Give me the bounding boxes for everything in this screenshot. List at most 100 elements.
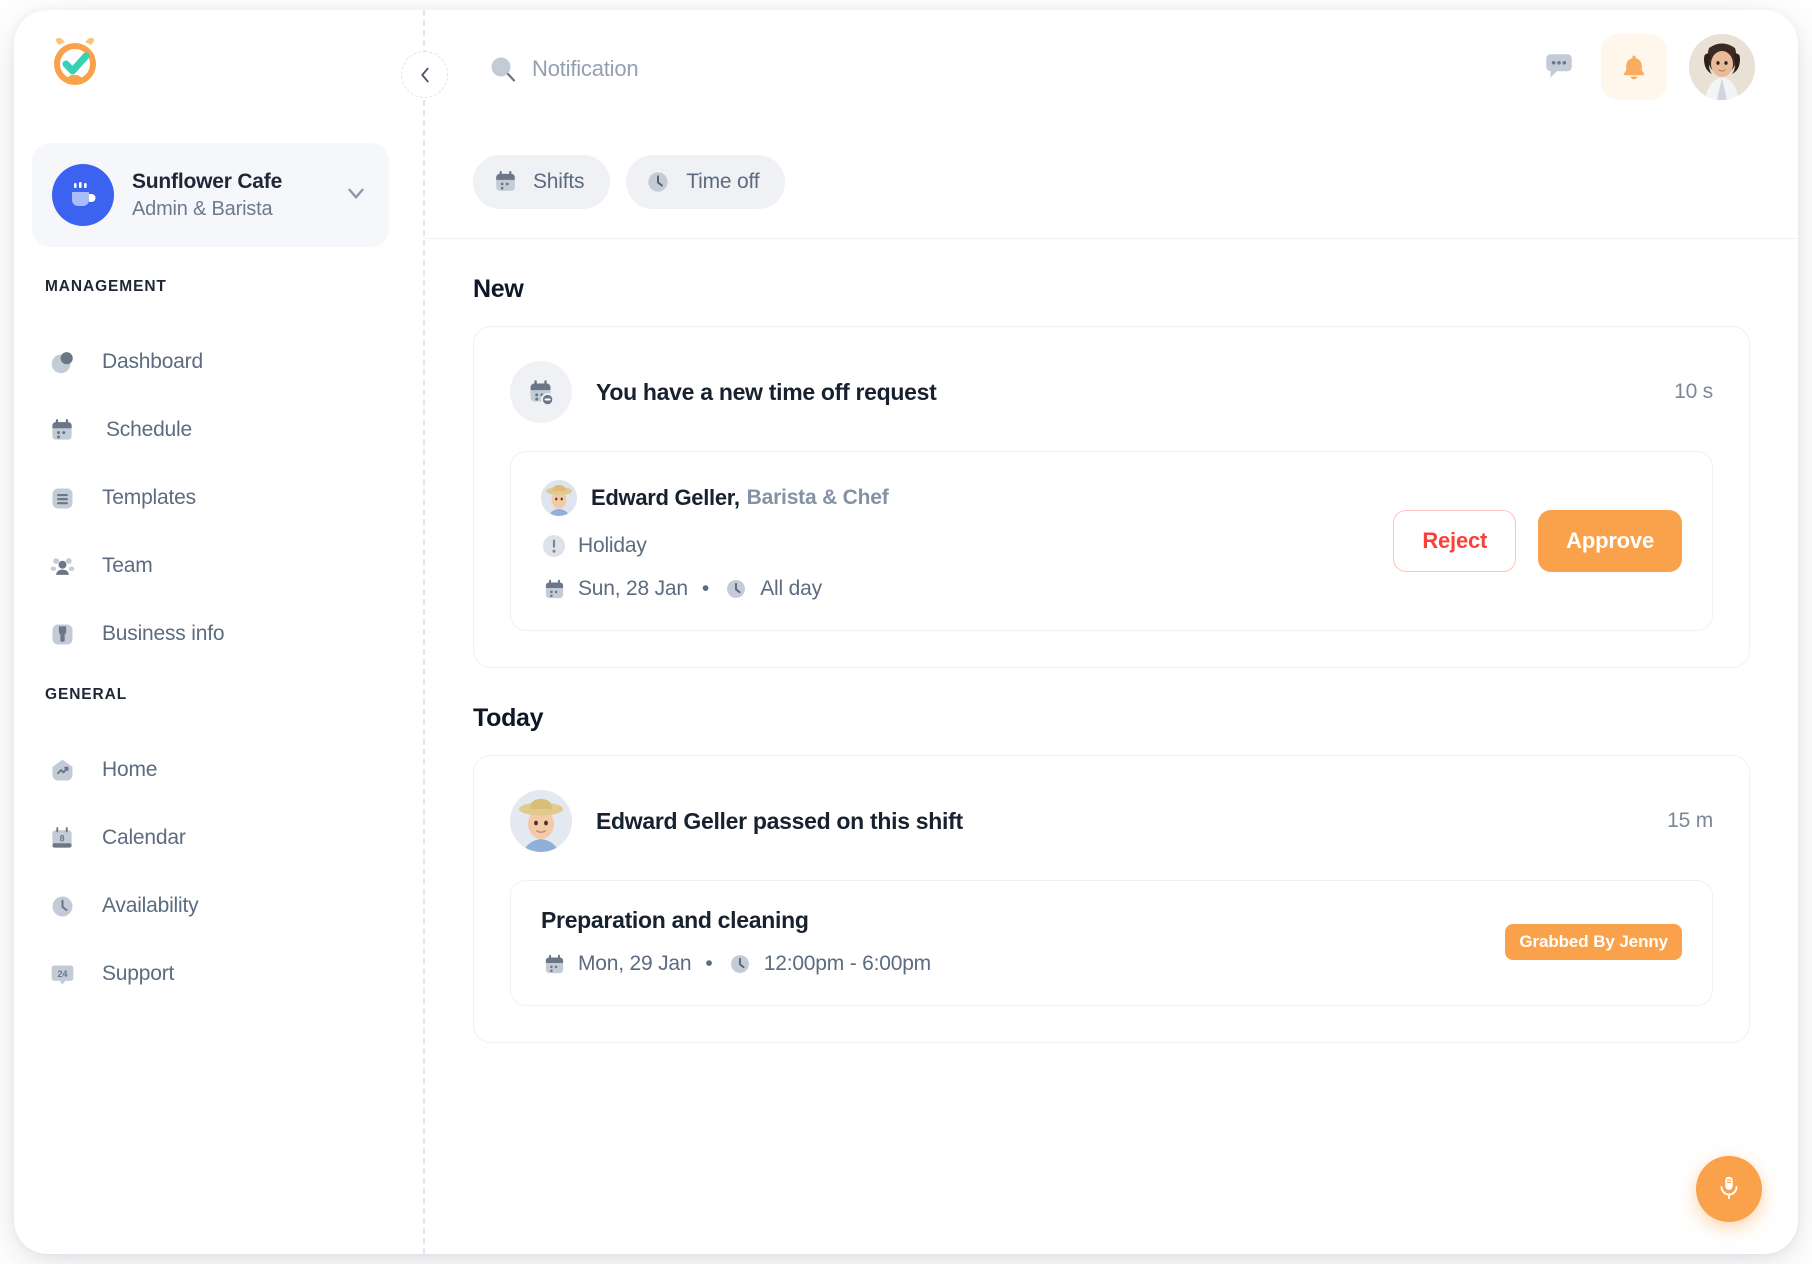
chevron-down-icon[interactable] [343,180,369,211]
sidebar-item-support[interactable]: 24 Support [14,940,425,1008]
shift-date-label: Mon, 29 Jan [578,952,691,976]
filter-tabs: Shifts Time off [425,125,1798,239]
sidebar-item-team[interactable]: Team [14,532,425,600]
request-date-row: Sun, 28 Jan • All day [541,576,1393,602]
app-window: Sunflower Cafe Admin & Barista MANAGEMEN… [14,10,1798,1254]
calendar-minus-icon [510,361,572,423]
sidebar-item-label: Dashboard [102,350,203,374]
tab-time-off[interactable]: Time off [626,155,785,209]
sidebar-item-business-info[interactable]: Business info [14,600,425,668]
clock-icon [723,576,749,602]
requester-row: Edward Geller, Barista & Chef [541,480,1393,516]
sidebar-item-home[interactable]: Home [14,736,425,804]
list-lines-icon [46,482,78,514]
person-hat-avatar [541,480,577,516]
sidebar-item-label: Home [102,758,157,782]
main-content: Shifts Time off New [425,10,1798,1254]
reject-button[interactable]: Reject [1393,510,1516,572]
meta-separator: • [705,952,712,976]
requester-role: Barista & Chef [747,486,889,510]
notification-card-today: Edward Geller passed on this shift 15 m … [473,755,1750,1043]
sidebar-item-label: Calendar [102,826,186,850]
pie-chart-icon [46,346,78,378]
shift-row: Preparation and cleaning [510,880,1713,1006]
shift-time-label: 12:00pm - 6:00pm [764,952,931,976]
people-group-icon [46,550,78,582]
topbar [425,10,1798,125]
request-type-label: Holiday [578,534,647,558]
calendar-icon [490,167,520,197]
sidebar-item-availability[interactable]: Availability [14,872,425,940]
sidebar-item-label: Availability [102,894,198,918]
workspace-switcher[interactable]: Sunflower Cafe Admin & Barista [32,143,389,247]
search-input[interactable] [532,56,912,82]
voice-assistant-fab[interactable] [1696,1156,1762,1222]
home-trend-icon [46,754,78,786]
sidebar-section-general: GENERAL [14,686,127,704]
sidebar-item-label: Support [102,962,174,986]
notification-time: 15 m [1667,809,1713,833]
coffee-cup-icon [52,164,114,226]
notification-title: You have a new time off request [596,379,1674,406]
clock-icon [727,951,753,977]
clock-icon [46,890,78,922]
sidebar-item-dashboard[interactable]: Dashboard [14,328,425,396]
request-actions: Reject Approve [1393,510,1682,572]
workspace-name: Sunflower Cafe [132,170,343,194]
microphone-icon [1714,1172,1744,1207]
search-icon [488,54,518,84]
meta-separator: • [702,577,709,601]
topbar-actions [1539,34,1755,100]
notification-header: You have a new time off request 10 s [510,361,1713,423]
calendar-day-8-icon: 8 [46,822,78,854]
requester-name: Edward Geller, [591,485,740,511]
support-24-icon: 24 [46,958,78,990]
sidebar-nav-general: Home 8 Calendar [14,736,425,1008]
notifications-list: New [425,239,1798,1254]
group-title-new: New [473,275,1750,304]
request-type-row: Holiday [541,533,1393,559]
workspace-text: Sunflower Cafe Admin & Barista [132,170,343,221]
time-off-request-details: Edward Geller, Barista & Chef [541,480,1393,602]
request-date-label: Sun, 28 Jan [578,577,688,601]
notification-title: Edward Geller passed on this shift [596,808,1667,835]
tab-label: Shifts [533,170,584,194]
svg-text:24: 24 [57,968,67,978]
time-off-request-row: Edward Geller, Barista & Chef [510,451,1713,631]
exclamation-circle-icon [541,533,567,559]
user-avatar[interactable] [1689,34,1755,100]
notification-card-new: You have a new time off request 10 s [473,326,1750,668]
shift-title: Preparation and cleaning [541,907,1505,934]
status-badge: Grabbed By Jenny [1505,924,1682,960]
notification-time: 10 s [1674,380,1713,404]
sidebar: Sunflower Cafe Admin & Barista MANAGEMEN… [14,10,425,1254]
sidebar-item-templates[interactable]: Templates [14,464,425,532]
shift-details: Preparation and cleaning [541,907,1505,977]
shift-date-row: Mon, 29 Jan • 12:00pm - 6:00pm [541,951,1505,977]
sidebar-section-management: MANAGEMENT [14,278,167,296]
tab-label: Time off [686,170,759,194]
sidebar-item-label: Templates [102,486,196,510]
clock-icon [643,167,673,197]
notification-header: Edward Geller passed on this shift 15 m [510,790,1713,852]
sidebar-nav-management: Dashboard Schedule [14,328,425,668]
chat-bubble-icon[interactable] [1539,47,1579,87]
sidebar-collapse-button[interactable] [401,51,448,98]
sidebar-item-schedule[interactable]: Schedule [14,396,425,464]
notifications-bell-button[interactable] [1601,34,1667,100]
sidebar-item-label: Team [102,554,153,578]
calendar-icon [541,951,567,977]
calendar-icon [46,414,78,446]
person-hat-avatar [510,790,572,852]
sidebar-item-label: Business info [102,622,224,646]
briefcase-icon [46,618,78,650]
app-logo-icon [47,33,103,89]
approve-button[interactable]: Approve [1538,510,1682,572]
workspace-role: Admin & Barista [132,198,343,221]
search-bar[interactable] [488,44,912,94]
group-title-today: Today [473,704,1750,733]
sidebar-item-calendar[interactable]: 8 Calendar [14,804,425,872]
sidebar-item-label: Schedule [106,418,192,442]
tab-shifts[interactable]: Shifts [473,155,610,209]
svg-text:8: 8 [60,834,65,844]
